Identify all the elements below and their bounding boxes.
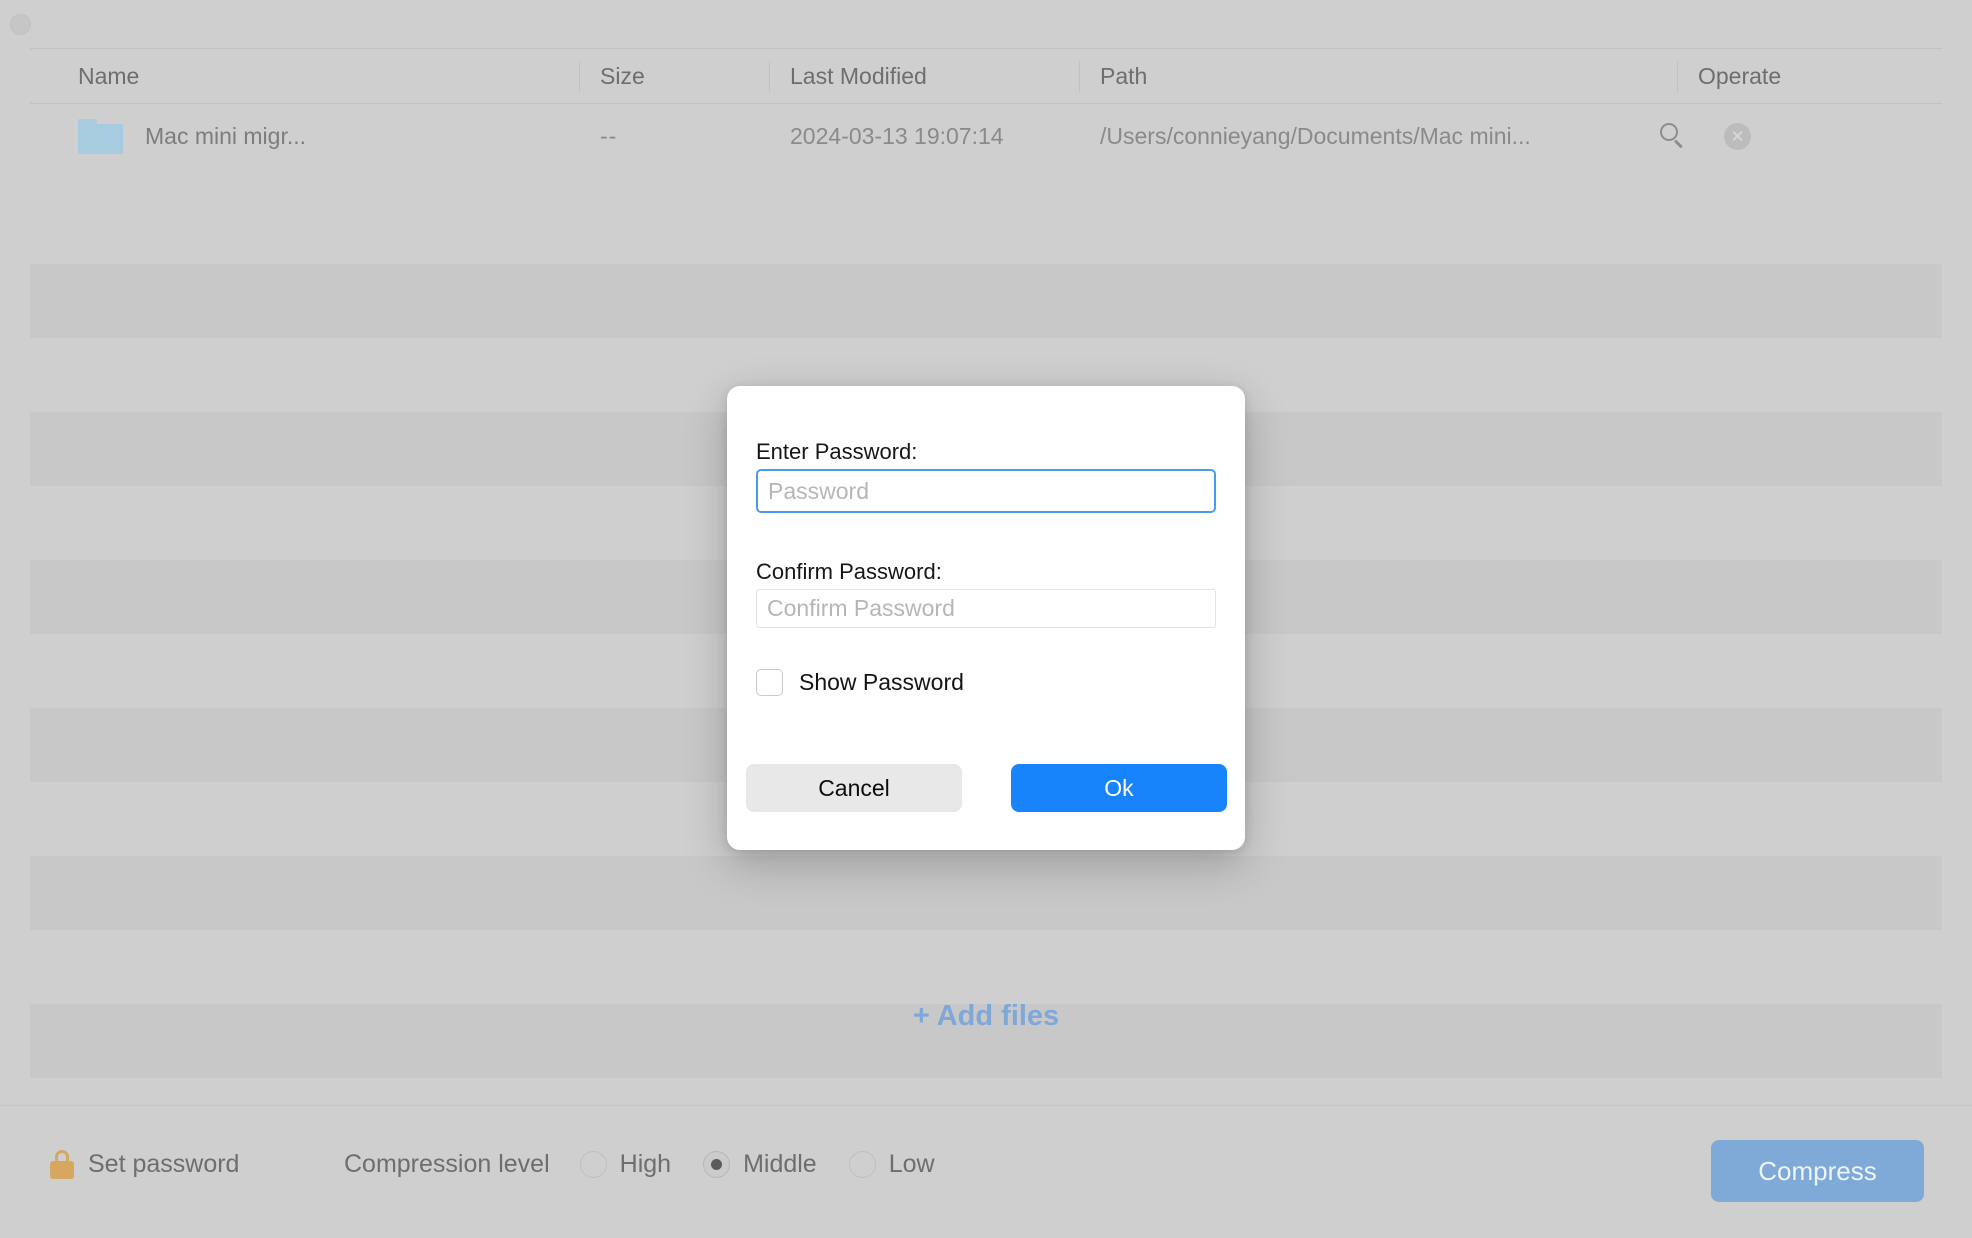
lock-icon — [50, 1150, 74, 1179]
compress-button[interactable]: Compress — [1711, 1140, 1924, 1202]
ok-button[interactable]: Ok — [1011, 764, 1227, 812]
bottom-toolbar: Set password Compression level High Midd… — [0, 1105, 1972, 1238]
column-header-path[interactable]: Path — [1079, 49, 1148, 104]
add-files-area: + Add files — [0, 1000, 1972, 1033]
table-row[interactable]: Mac mini migr... -- 2024-03-13 19:07:14 … — [30, 104, 1942, 168]
confirm-password-input[interactable] — [756, 589, 1216, 628]
enter-password-label: Enter Password: — [756, 439, 918, 464]
window-titlebar — [0, 0, 1972, 48]
cancel-button[interactable]: Cancel — [746, 764, 962, 812]
file-table: Name Size Last Modified Path Operate Mac… — [0, 48, 1972, 1078]
column-header-path-label: Path — [1100, 63, 1148, 89]
column-header-last-modified[interactable]: Last Modified — [769, 49, 927, 104]
radio-circle-low — [848, 1151, 876, 1178]
column-header-operate[interactable]: Operate — [1677, 49, 1782, 104]
column-divider — [769, 61, 770, 92]
compression-level-label: Compression level — [344, 1150, 550, 1178]
set-password-control[interactable]: Set password — [50, 1150, 239, 1179]
column-header-size[interactable]: Size — [579, 49, 645, 104]
table-header-row: Name Size Last Modified Path Operate — [30, 48, 1942, 104]
cell-size: -- — [600, 123, 618, 149]
column-header-last-modified-label: Last Modified — [790, 63, 927, 89]
radio-label-low: Low — [888, 1150, 935, 1178]
file-name-label: Mac mini migr... — [145, 123, 307, 149]
empty-row — [30, 856, 1942, 930]
set-password-dialog: Enter Password: Confirm Password: Show P… — [727, 386, 1245, 850]
column-divider — [1677, 61, 1678, 92]
radio-label-middle: Middle — [743, 1150, 817, 1178]
radio-option-low[interactable]: Low — [848, 1150, 935, 1179]
compression-level-group: Compression level High Middle Low — [344, 1150, 967, 1179]
delete-icon[interactable] — [1724, 122, 1751, 150]
confirm-password-label: Confirm Password: — [756, 559, 942, 584]
column-divider — [579, 61, 580, 92]
password-input[interactable] — [756, 469, 1216, 513]
close-window-button[interactable] — [10, 14, 31, 35]
cell-operate — [1660, 104, 1751, 168]
radio-option-middle[interactable]: Middle — [703, 1150, 817, 1179]
show-password-checkbox[interactable] — [756, 669, 783, 696]
cell-last-modified: 2024-03-13 19:07:14 — [790, 123, 1004, 149]
radio-circle-high — [579, 1151, 607, 1178]
column-divider — [1079, 61, 1080, 92]
column-header-name[interactable]: Name — [78, 49, 139, 104]
column-header-operate-label: Operate — [1698, 63, 1782, 89]
add-files-link[interactable]: + Add files — [913, 1000, 1059, 1033]
radio-circle-middle — [703, 1151, 731, 1178]
column-header-name-label: Name — [78, 63, 140, 89]
column-header-size-label: Size — [600, 63, 645, 89]
radio-option-high[interactable]: High — [579, 1150, 672, 1179]
folder-icon — [78, 118, 123, 154]
empty-row — [30, 930, 1942, 1004]
empty-row — [30, 264, 1942, 338]
show-password-label: Show Password — [799, 669, 964, 695]
radio-label-high: High — [619, 1150, 672, 1178]
set-password-label: Set password — [88, 1150, 240, 1178]
show-password-control[interactable]: Show Password — [756, 669, 964, 696]
cell-path: /Users/connieyang/Documents/Mac mini... — [1100, 123, 1531, 149]
cell-name: Mac mini migr... — [78, 104, 306, 168]
search-icon[interactable] — [1660, 123, 1686, 149]
